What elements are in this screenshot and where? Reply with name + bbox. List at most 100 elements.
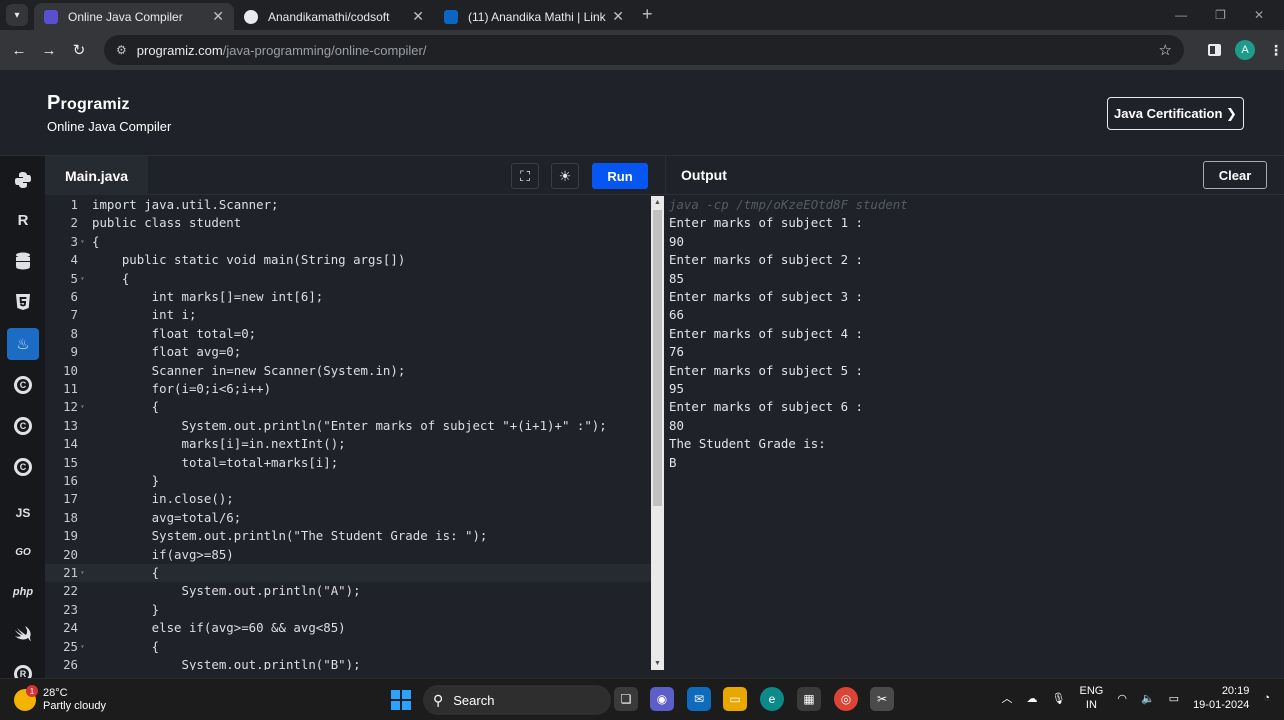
programiz-logo[interactable]: Programiz: [47, 92, 130, 115]
back-icon[interactable]: ←: [4, 42, 34, 59]
code-line[interactable]: 24 else if(avg>=60 && avg<85): [45, 619, 651, 637]
editor-scrollbar[interactable]: ▲ ▼: [651, 196, 664, 670]
bookmark-star-icon[interactable]: ☆: [1159, 41, 1172, 59]
output-console[interactable]: java -cp /tmp/oKzeEOtd8F student Enter m…: [665, 196, 1284, 678]
forward-icon[interactable]: →: [34, 42, 64, 59]
cpp-icon[interactable]: C: [7, 410, 39, 442]
browser-tab-github[interactable]: Anandikamathi/codsoft ✕: [234, 3, 434, 30]
teams-icon[interactable]: ◉: [650, 687, 674, 711]
code-line[interactable]: 5 ▾ {: [45, 270, 651, 288]
fold-icon[interactable]: ▾: [80, 564, 85, 582]
show-hidden-icons-icon[interactable]: ︿: [1002, 690, 1013, 706]
code-line[interactable]: 18 avg=total/6;: [45, 509, 651, 527]
profile-avatar[interactable]: A: [1235, 40, 1255, 60]
r-icon[interactable]: R: [7, 204, 39, 236]
javascript-icon[interactable]: JS: [7, 497, 39, 529]
java-certification-button[interactable]: Java Certification ❯: [1107, 97, 1244, 130]
site-info-icon[interactable]: ⚙: [116, 43, 127, 57]
fold-icon[interactable]: ▾: [80, 638, 85, 656]
mail-icon[interactable]: ✉: [687, 687, 711, 711]
new-tab-button[interactable]: +: [634, 4, 663, 30]
code-line[interactable]: 15 total=total+marks[i];: [45, 454, 651, 472]
output-command: java -cp /tmp/oKzeEOtd8F student: [669, 197, 908, 212]
code-line[interactable]: 3 ▾ {: [45, 233, 651, 251]
sql-icon[interactable]: [7, 245, 39, 277]
c-icon[interactable]: C: [7, 369, 39, 401]
code-line[interactable]: 21 ▾ {: [45, 564, 651, 583]
maximize-icon[interactable]: ❐: [1215, 8, 1226, 22]
code-line[interactable]: 11 for(i=0;i<6;i++): [45, 380, 651, 398]
browser-tab-online-java-compiler[interactable]: Online Java Compiler ✕: [34, 3, 234, 30]
file-explorer-icon[interactable]: ▭: [723, 687, 747, 711]
code-line[interactable]: 20 if(avg>=85): [45, 546, 651, 564]
code-line[interactable]: 23 }: [45, 601, 651, 619]
reload-icon[interactable]: ↻: [64, 41, 94, 59]
close-tab-icon[interactable]: ✕: [212, 8, 224, 25]
windows-start-icon[interactable]: [391, 690, 411, 710]
fold-icon[interactable]: ▾: [80, 233, 85, 251]
browser-menu-icon[interactable]: ⋮: [1269, 42, 1283, 59]
go-icon[interactable]: GO: [7, 536, 39, 568]
code-line[interactable]: 9 float avg=0;: [45, 343, 651, 361]
code-line[interactable]: 6 int marks[]=new int[6];: [45, 288, 651, 306]
code-line[interactable]: 8 float total=0;: [45, 325, 651, 343]
close-tab-icon[interactable]: ✕: [612, 8, 624, 25]
code-line[interactable]: 25 ▾ {: [45, 638, 651, 656]
php-icon[interactable]: php: [7, 576, 39, 608]
code-line[interactable]: 19 System.out.println("The Student Grade…: [45, 527, 651, 545]
html5-icon[interactable]: [7, 286, 39, 318]
code-line[interactable]: 7 int i;: [45, 306, 651, 324]
volume-icon[interactable]: 🔈: [1141, 692, 1155, 705]
code-editor[interactable]: 1 import java.util.Scanner; 2 public class …: [45, 196, 651, 670]
scrollbar-thumb[interactable]: [653, 210, 662, 506]
code-line[interactable]: 2 public class student: [45, 214, 651, 232]
swift-icon[interactable]: [7, 618, 39, 650]
code-text: public static void main(String args[]): [92, 252, 406, 268]
code-line[interactable]: 12 ▾ {: [45, 398, 651, 416]
code-line[interactable]: 10 Scanner in=new Scanner(System.in);: [45, 362, 651, 380]
browser-tab-linkedin[interactable]: (11) Anandika Mathi | LinkedIn ✕: [434, 3, 634, 30]
wifi-icon[interactable]: ◠: [1117, 692, 1127, 705]
code-line[interactable]: 16 }: [45, 472, 651, 490]
run-button[interactable]: Run: [592, 163, 648, 189]
tab-search-icon[interactable]: ▾: [6, 4, 28, 26]
store-icon[interactable]: ▦: [797, 687, 821, 711]
close-tab-icon[interactable]: ✕: [412, 8, 424, 25]
code-line[interactable]: 4 public static void main(String args[]): [45, 251, 651, 269]
code-line[interactable]: 17 in.close();: [45, 490, 651, 508]
java-icon[interactable]: ♨: [7, 328, 39, 360]
weather-widget[interactable]: 1 28°C Partly cloudy: [14, 685, 106, 713]
code-line[interactable]: 13 System.out.println("Enter marks of su…: [45, 417, 651, 435]
task-view-icon[interactable]: ❏: [614, 687, 638, 711]
notifications-icon[interactable]: ◔: [1263, 692, 1270, 704]
theme-toggle-icon[interactable]: ☀: [551, 163, 579, 189]
chrome-icon[interactable]: ◎: [834, 687, 858, 711]
csharp-icon[interactable]: C: [7, 451, 39, 483]
minimize-icon[interactable]: —: [1175, 8, 1187, 22]
close-window-icon[interactable]: ✕: [1254, 8, 1264, 22]
clock[interactable]: 20:19 19-01-2024: [1193, 684, 1249, 712]
address-bar[interactable]: ⚙ programiz.com/java-programming/online-…: [104, 35, 1184, 65]
fold-icon[interactable]: ▾: [80, 270, 85, 288]
scroll-up-icon[interactable]: ▲: [654, 199, 661, 206]
side-panel-icon[interactable]: [1208, 44, 1221, 56]
code-line[interactable]: 1 import java.util.Scanner;: [45, 196, 651, 214]
snipping-tool-icon[interactable]: ✂: [870, 687, 894, 711]
file-tab-main-java[interactable]: Main.java: [45, 156, 148, 195]
battery-icon[interactable]: ▭: [1169, 692, 1179, 705]
code-line[interactable]: 22 System.out.println("A");: [45, 582, 651, 600]
language-indicator[interactable]: ENG IN: [1080, 684, 1104, 712]
scroll-down-icon[interactable]: ▼: [654, 660, 661, 667]
line-number: 17: [63, 491, 78, 507]
code-line[interactable]: 26 System.out.println("B");: [45, 656, 651, 670]
code-line[interactable]: 14 marks[i]=in.nextInt();: [45, 435, 651, 453]
python-icon[interactable]: [7, 164, 39, 196]
fold-icon[interactable]: ▾: [80, 398, 85, 416]
clear-button[interactable]: Clear: [1203, 161, 1267, 189]
fullscreen-icon[interactable]: ⛶: [511, 163, 539, 189]
onedrive-icon[interactable]: ☁: [1027, 692, 1038, 705]
taskbar-search[interactable]: ⚲ Search: [423, 685, 611, 715]
edge-icon[interactable]: e: [760, 687, 784, 711]
programiz-icon: [44, 9, 58, 24]
microphone-icon[interactable]: 🎙: [1052, 692, 1066, 705]
